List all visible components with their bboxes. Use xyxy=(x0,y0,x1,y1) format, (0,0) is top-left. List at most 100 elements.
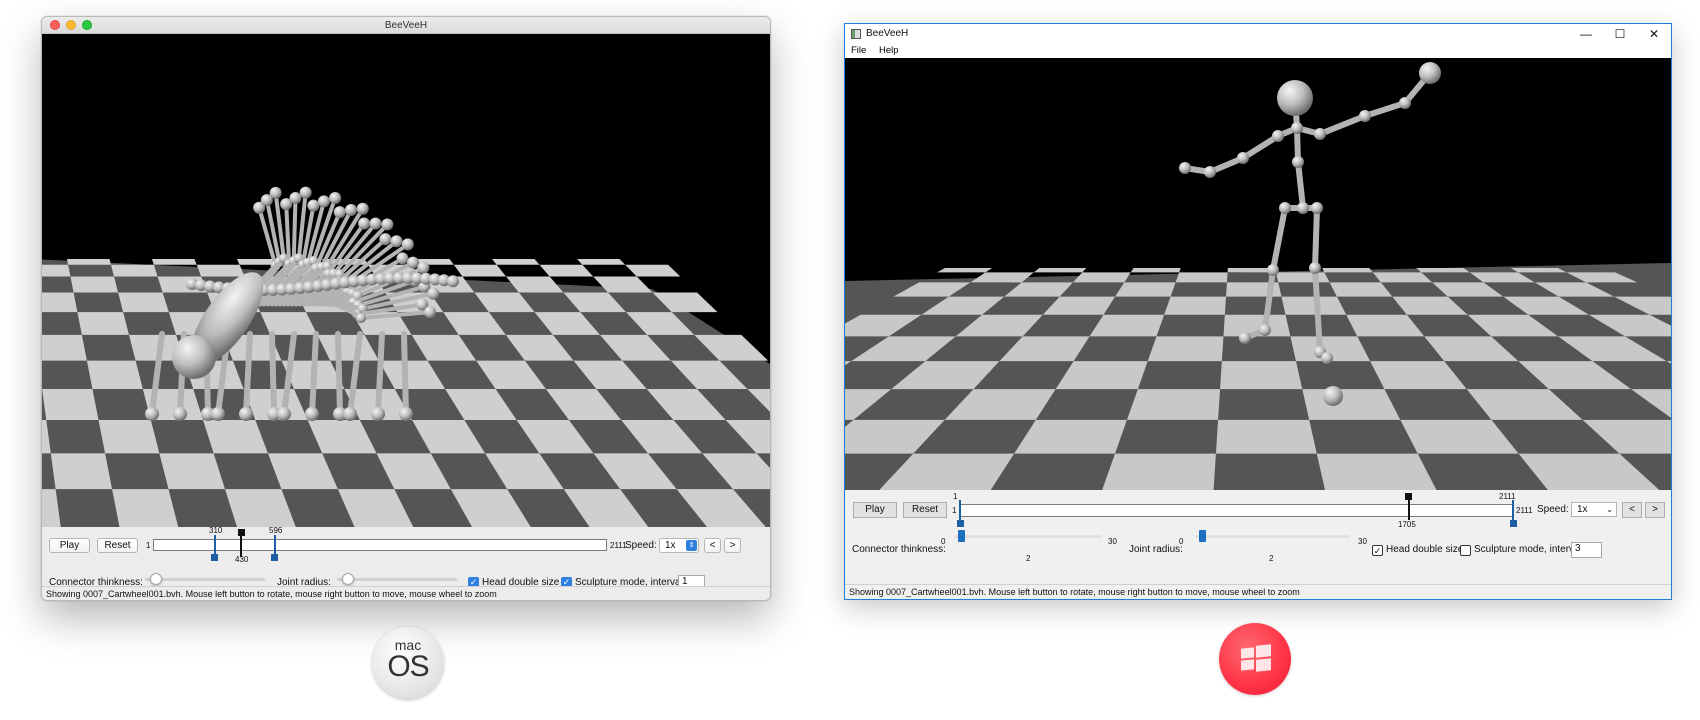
rhip-joint xyxy=(1311,202,1323,214)
leg-bone xyxy=(375,331,385,417)
connector-slider-knob[interactable] xyxy=(150,573,162,585)
timeline-end-label: 2111 xyxy=(1516,506,1533,515)
joint-slider-knob[interactable] xyxy=(1199,530,1206,542)
app-icon xyxy=(851,29,861,39)
foot-joint xyxy=(239,407,253,421)
rknee-joint xyxy=(1309,262,1321,274)
hand-joint xyxy=(329,191,342,204)
prev-frame-button[interactable]: < xyxy=(1622,502,1642,518)
connector-slider-track[interactable] xyxy=(145,578,265,581)
mac-window: BeeVeeH Play Reset 1 2111 310 430 596 Sp… xyxy=(41,16,771,601)
start-marker-handle[interactable] xyxy=(957,520,964,527)
speed-select[interactable]: 1x ⌄ xyxy=(1571,502,1617,517)
current-frame-marker[interactable] xyxy=(240,535,242,557)
leg-bone xyxy=(269,331,277,417)
lhand-joint xyxy=(1204,166,1216,178)
timeline-start-label: 1 xyxy=(952,506,957,515)
hand-joint xyxy=(369,217,382,230)
leg-bone xyxy=(335,331,343,417)
current-frame-label: 1705 xyxy=(1398,520,1416,529)
foot-joint xyxy=(343,407,357,421)
marker-right-handle[interactable] xyxy=(271,554,278,561)
windows-window: BeeVeeH — ☐ ✕ File Help Play Reset 1 1 1… xyxy=(844,23,1672,600)
sculpture-checkbox[interactable] xyxy=(1460,545,1471,556)
next-frame-button[interactable]: > xyxy=(724,538,741,553)
joint-slider-track[interactable] xyxy=(1195,535,1350,538)
lfoot-joint xyxy=(1259,324,1271,336)
joint-value-label: 2 xyxy=(1269,554,1274,563)
foot-joint xyxy=(399,407,413,421)
maximize-icon[interactable]: ☐ xyxy=(1603,24,1637,44)
close-icon[interactable] xyxy=(50,20,60,30)
sculpture-label: Sculpture mode, interval: xyxy=(1474,544,1585,555)
macos-logo-os: OS xyxy=(387,650,429,683)
interval-input[interactable]: 3 xyxy=(1571,542,1602,558)
lhip-joint xyxy=(1279,202,1291,214)
control-panel: Play Reset 1 1 1705 2111 2111 Speed: 1x … xyxy=(845,490,1671,582)
bone xyxy=(1270,205,1288,273)
connector-slider-track[interactable] xyxy=(954,535,1102,538)
hand-joint xyxy=(333,206,346,219)
close-icon[interactable]: ✕ xyxy=(1637,24,1671,44)
current-frame-marker[interactable] xyxy=(1408,499,1410,520)
hand-joint xyxy=(381,218,394,231)
joint-min-label: 0 xyxy=(1179,537,1184,546)
reset-button[interactable]: Reset xyxy=(97,538,138,553)
timeline-bar[interactable] xyxy=(153,539,607,551)
connector-slider-knob[interactable] xyxy=(958,530,965,542)
menu-help[interactable]: Help xyxy=(879,45,899,56)
play-button[interactable]: Play xyxy=(853,502,897,518)
hand-joint xyxy=(269,186,282,199)
skeleton-scene xyxy=(42,186,770,527)
menu-bar: File Help xyxy=(845,44,1671,58)
speed-select[interactable]: 1x ⇕ xyxy=(659,538,699,553)
joint-slider-knob[interactable] xyxy=(342,573,354,585)
end-marker-handle[interactable] xyxy=(1510,520,1517,527)
window-title: BeeVeeH xyxy=(866,28,909,39)
chevron-down-icon: ⌄ xyxy=(1606,505,1613,514)
next-frame-button[interactable]: > xyxy=(1645,502,1665,518)
marker-right-label: 596 xyxy=(269,526,283,535)
timeline-bar[interactable] xyxy=(960,504,1514,517)
leg-bone xyxy=(401,331,409,417)
hand-joint xyxy=(299,186,312,199)
arm-joint xyxy=(355,313,366,324)
3d-viewport[interactable] xyxy=(42,34,770,527)
timeline-start-top-label: 1 xyxy=(953,492,958,501)
rel-joint xyxy=(1359,110,1371,122)
hand-joint xyxy=(401,238,414,251)
prev-frame-button[interactable]: < xyxy=(704,538,721,553)
rsh-joint xyxy=(1314,128,1326,140)
rfing-joint xyxy=(1419,62,1441,84)
spine-joint xyxy=(447,275,459,288)
head-joint xyxy=(172,335,216,379)
joint-radius-label: Joint radius: xyxy=(1129,544,1183,555)
floor-joint xyxy=(1323,386,1343,406)
ltoe-joint xyxy=(1239,332,1251,344)
chevron-updown-icon: ⇕ xyxy=(686,540,697,551)
hand-joint xyxy=(423,306,436,319)
hand-joint xyxy=(317,195,330,208)
minimize-icon[interactable]: — xyxy=(1569,24,1603,44)
head-double-checkbox[interactable]: ✓ xyxy=(1372,545,1383,556)
joint-slider-track[interactable] xyxy=(337,578,457,581)
menu-file[interactable]: File xyxy=(851,45,866,56)
hand-joint xyxy=(407,256,420,269)
lknee-joint xyxy=(1267,264,1279,276)
3d-viewport[interactable] xyxy=(845,58,1671,490)
connector-thickness-label: Connector thinkness: xyxy=(852,544,946,555)
marker-left-handle[interactable] xyxy=(211,554,218,561)
marker-left-label: 310 xyxy=(209,526,223,535)
hand-joint xyxy=(390,235,403,248)
play-button[interactable]: Play xyxy=(49,538,90,553)
maximize-icon[interactable] xyxy=(82,20,92,30)
hand-joint xyxy=(356,202,369,215)
minimize-icon[interactable] xyxy=(66,20,76,30)
bone xyxy=(1317,113,1368,137)
bone xyxy=(1362,100,1408,119)
reset-button[interactable]: Reset xyxy=(903,502,947,518)
foot-joint xyxy=(371,407,385,421)
connector-max-label: 30 xyxy=(1108,537,1117,546)
foot-joint xyxy=(305,407,319,421)
rtoe-joint xyxy=(1321,352,1333,364)
